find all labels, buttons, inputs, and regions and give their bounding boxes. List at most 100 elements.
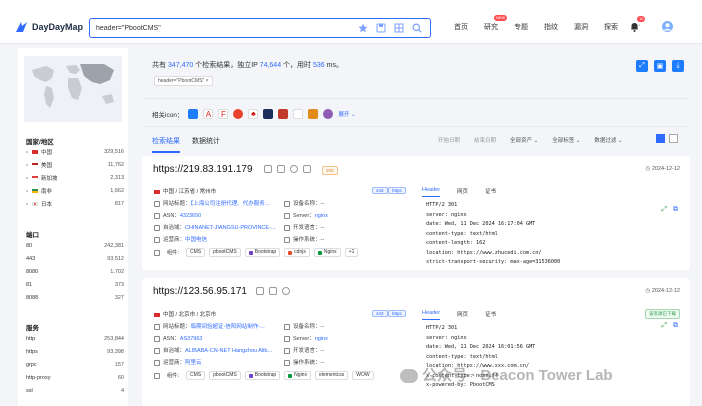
copy-icon[interactable]: ⧉ [673, 322, 678, 330]
protocol-badge[interactable]: https [388, 187, 406, 194]
tab-webpage[interactable]: 网页 [457, 310, 468, 320]
field-value[interactable]: AS37963 [180, 336, 203, 342]
download-button[interactable]: ⤓ [672, 60, 684, 72]
nav-vulns[interactable]: 漏洞 [574, 22, 588, 32]
tab-stats[interactable]: 数据统计 [192, 136, 220, 153]
component-tag[interactable]: CMS [186, 371, 206, 380]
tag-filter-select[interactable]: 全部标签 ⌄ [552, 136, 580, 144]
component-tag[interactable]: elementcss [314, 371, 349, 380]
expand-icon[interactable]: ⤢ [661, 322, 667, 330]
bell-icon[interactable] [630, 22, 639, 32]
field-value[interactable]: ALIBABA-CN-NET Hangzhou Alib... [185, 348, 272, 354]
field-value[interactable]: 【上海公司注册代理、代办服务... [191, 201, 270, 207]
grid-icon[interactable] [394, 23, 404, 33]
component-tag[interactable]: Nginx [284, 371, 311, 380]
result-url[interactable]: https://219.83.191.179 [153, 164, 253, 175]
nav-fingerprint[interactable]: 指纹 [544, 22, 558, 32]
tab-certificate[interactable]: 证书 [485, 310, 496, 320]
tab-certificate[interactable]: 证书 [485, 187, 496, 197]
grid-view-icon[interactable] [656, 134, 665, 143]
tag-icon[interactable] [303, 165, 311, 173]
close-icon[interactable]: × [206, 78, 209, 84]
expand-link[interactable]: 展开 ⌄ [338, 110, 355, 118]
country-row[interactable]: 美国 11,762 [26, 160, 124, 170]
component-tag[interactable]: pbootCMS [209, 248, 241, 257]
nav-home[interactable]: 首页 [454, 22, 468, 32]
world-map[interactable] [24, 56, 122, 122]
related-favicon-icon[interactable] [233, 109, 244, 119]
tab-webpage[interactable]: 网页 [457, 187, 468, 197]
tab-header[interactable]: Header [422, 187, 441, 197]
field-value[interactable]: 临期间验超证-信阳网站制作-... [191, 324, 265, 330]
field-value[interactable]: nginx [315, 336, 328, 342]
tab-results[interactable]: 检索结果 [152, 136, 180, 153]
tab-header[interactable]: Header [422, 310, 441, 320]
port-row[interactable]: 8088 327 [26, 293, 124, 303]
component-more[interactable]: +1 [344, 248, 359, 257]
component-tag[interactable]: cdnjs [284, 248, 310, 257]
related-favicon-icon[interactable] [293, 109, 304, 119]
port-row[interactable]: 443 93,512 [26, 254, 124, 264]
star-icon[interactable] [358, 23, 368, 33]
screenshot-icon[interactable] [282, 287, 290, 295]
nav-topics[interactable]: 专题 [514, 22, 528, 32]
service-row[interactable]: http 253,844 [26, 334, 124, 344]
related-favicon-icon[interactable] [308, 109, 319, 119]
related-favicon-icon[interactable]: F [218, 109, 229, 119]
service-row[interactable]: ssl 4 [26, 386, 124, 396]
avatar-icon[interactable] [662, 21, 673, 32]
field-value[interactable]: nginx [315, 213, 328, 219]
component-tag[interactable]: Bootstrap [244, 248, 281, 257]
data-filter-select[interactable]: 数据过滤 ⌄ [594, 136, 622, 144]
related-favicon-icon[interactable] [263, 109, 274, 119]
service-row[interactable]: https 93,398 [26, 347, 124, 357]
country-row[interactable]: 新加坡 2,313 [26, 173, 124, 183]
component-tag[interactable]: Bootstrap [244, 371, 281, 380]
field-value[interactable]: CHINANET-JIANGSU-PROVINCE-... [185, 225, 275, 231]
search-box[interactable] [89, 18, 431, 38]
share-button[interactable]: ⤢ [636, 60, 648, 72]
service-row[interactable]: http-proxy 60 [26, 373, 124, 383]
nav-research[interactable]: 研究 NEW [484, 15, 508, 32]
field-value[interactable]: 阿里云 [185, 360, 202, 366]
country-row[interactable]: 中国 329,516 [26, 147, 124, 157]
start-date-input[interactable]: 开始日期 [438, 136, 460, 144]
expand-icon[interactable]: ⤢ [661, 206, 667, 214]
monitor-button[interactable]: ▣ [654, 60, 666, 72]
port-badge[interactable]: 443 [372, 310, 388, 317]
external-link-icon[interactable] [277, 165, 285, 173]
related-favicon-icon[interactable] [323, 109, 334, 119]
list-view-icon[interactable] [669, 134, 678, 143]
external-link-icon[interactable] [269, 287, 277, 295]
logo[interactable]: DayDayMap [16, 22, 83, 32]
search-input[interactable] [96, 24, 356, 32]
query-tag[interactable]: header="PbootCMS" × [154, 76, 213, 86]
related-favicon-icon[interactable]: A [203, 109, 214, 119]
component-tag[interactable]: pbootCMS [209, 371, 241, 380]
field-value[interactable]: 中国电信 [185, 237, 207, 243]
country-row[interactable]: 南非 1,662 [26, 186, 124, 196]
port-badge[interactable]: 443 [372, 187, 388, 194]
related-favicon-icon[interactable] [278, 109, 289, 119]
field-value[interactable]: 4323650 [180, 213, 201, 219]
country-row[interactable]: 日本 817 [26, 199, 124, 209]
component-tag[interactable]: CMS [186, 248, 206, 257]
copy-icon[interactable] [256, 287, 264, 295]
related-favicon-icon[interactable]: ♣ [248, 109, 259, 119]
port-row[interactable]: 80 242,381 [26, 241, 124, 251]
end-date-input[interactable]: 结束日期 [474, 136, 496, 144]
copy-icon[interactable] [264, 165, 272, 173]
port-row[interactable]: 8080 1,702 [26, 267, 124, 277]
screenshot-icon[interactable] [290, 165, 298, 173]
asset-filter-select[interactable]: 全部资产 ⌄ [510, 136, 538, 144]
search-icon[interactable] [412, 23, 422, 33]
nav-explore[interactable]: 探索 [604, 22, 618, 32]
related-favicon-icon[interactable] [188, 109, 199, 119]
copy-icon[interactable]: ⧉ [673, 206, 678, 214]
protocol-badge[interactable]: https [388, 310, 406, 317]
save-icon[interactable] [376, 23, 386, 33]
service-row[interactable]: grpc 157 [26, 360, 124, 370]
result-url[interactable]: https://123.56.95.171 [153, 286, 247, 297]
port-row[interactable]: 81 373 [26, 280, 124, 290]
component-tag[interactable]: Nginx [313, 248, 341, 257]
